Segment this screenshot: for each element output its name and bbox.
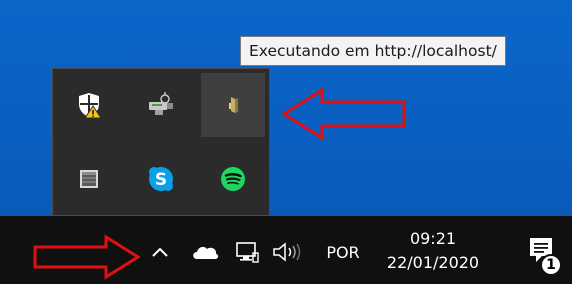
tray-icon-windows-security[interactable] [57, 73, 121, 137]
skype-icon: S [149, 167, 173, 191]
local-server-app-icon [229, 97, 238, 113]
show-hidden-icons-button[interactable] [146, 238, 174, 266]
speaker-volume-icon [273, 242, 301, 262]
input-language-indicator[interactable]: POR [316, 238, 370, 266]
volume-tray-button[interactable] [270, 237, 306, 267]
tray-icon-app[interactable] [57, 147, 121, 211]
tray-icon-tooltip: Executando em http://localhost/ [240, 36, 506, 66]
clock-date: 22/01/2020 [386, 253, 480, 272]
tray-icon-usb-device[interactable] [129, 73, 193, 137]
taskbar: POR 09:21 22/01/2020 1 [0, 216, 572, 284]
annotation-arrow-right [33, 234, 140, 280]
clock-button[interactable]: 09:21 22/01/2020 [378, 224, 488, 278]
action-center-button[interactable]: 1 [518, 232, 568, 280]
network-wired-icon [236, 242, 259, 263]
windows-security-warning-icon [79, 93, 102, 119]
tray-icon-skype[interactable]: S [129, 147, 193, 211]
clock-time: 09:21 [409, 229, 457, 248]
onedrive-cloud-icon [193, 246, 219, 259]
network-tray-button[interactable] [232, 237, 262, 267]
tray-icon-local-server[interactable] [201, 73, 265, 137]
usb-safely-remove-icon [149, 92, 173, 115]
onedrive-tray-button[interactable] [188, 238, 222, 266]
svg-text:S: S [155, 170, 167, 190]
tray-icon-spotify[interactable] [201, 147, 265, 211]
chevron-up-icon [152, 247, 168, 257]
tray-overflow-popup: S [52, 68, 270, 216]
spotify-icon [221, 167, 245, 191]
generic-app-icon [80, 170, 98, 188]
notification-count-badge: 1 [540, 254, 562, 276]
annotation-arrow-left [282, 87, 406, 141]
